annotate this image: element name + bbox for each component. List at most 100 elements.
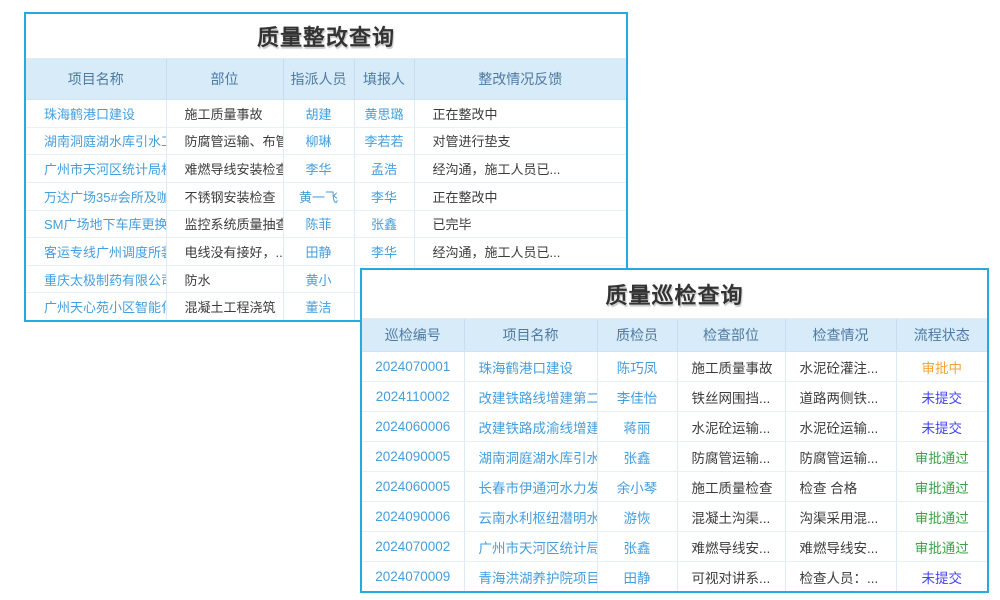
table-row: 广州市天河区统计局机房改 难燃导线安装检查 李华 孟浩 经沟通，施工人员已... (26, 155, 626, 183)
status-badge: 未提交 (897, 567, 988, 587)
assignee-link[interactable]: 董洁 (284, 297, 354, 316)
assignee-link[interactable]: 柳琳 (284, 131, 354, 150)
assignee-link[interactable]: 陈菲 (284, 214, 354, 233)
project-link[interactable]: 云南水利枢纽潜明水 (465, 507, 597, 527)
col-header-project: 项目名称 (464, 319, 597, 352)
table-row: SM广场地下车库更换摄像机 监控系统质量抽查 陈菲 张鑫 已完毕 (26, 210, 626, 238)
inspector-link[interactable]: 田静 (598, 567, 677, 587)
reporter-link[interactable]: 李华 (355, 242, 414, 261)
part-cell: 监控系统质量抽查 (167, 214, 283, 233)
project-link[interactable]: 长春市伊通河水力发 (465, 477, 597, 497)
inspector-link[interactable]: 张鑫 (598, 537, 677, 557)
inspect-table: 巡检编号 项目名称 质检员 检查部位 检查情况 流程状态 2024070001 … (362, 319, 987, 591)
table-row: 湖南洞庭湖水库引水工程施 防腐管运输、布管 柳琳 李若若 对管进行垫支 (26, 127, 626, 155)
inspect-query-panel: 质量巡检查询 巡检编号 项目名称 质检员 检查部位 检查情况 流程状态 2024… (360, 268, 989, 593)
inspect-no-link[interactable]: 2024090005 (362, 449, 464, 464)
status-badge: 未提交 (897, 417, 988, 437)
assignee-link[interactable]: 黄一飞 (284, 187, 354, 206)
col-header-inspector: 质检员 (597, 319, 677, 352)
inspect-no-link[interactable]: 2024060005 (362, 479, 464, 494)
status-badge: 审批通过 (897, 477, 988, 497)
check-part-cell: 铁丝网围挡... (678, 387, 785, 407)
project-link[interactable]: 广州天心苑小区智能化系统 (26, 297, 166, 316)
project-link[interactable]: 广州市天河区统计局 (465, 537, 597, 557)
table-row: 万达广场35#会所及咖啡厅 不锈钢安装检查 黄一飞 李华 正在整改中 (26, 182, 626, 210)
inspect-panel-title: 质量巡检查询 (362, 270, 987, 319)
project-link[interactable]: 客运专线广州调度所装修项 (26, 242, 166, 261)
col-header-feedback: 整改情况反馈 (414, 59, 626, 100)
check-situation-cell: 检查 合格 (786, 477, 896, 497)
rectify-panel-title: 质量整改查询 (26, 14, 626, 59)
project-link[interactable]: 湖南洞庭湖水库引水 (465, 447, 597, 467)
feedback-cell: 经沟通，施工人员已... (415, 159, 627, 178)
page: 质量整改查询 项目名称 部位 指派人员 填报人 整改情况反馈 珠海鹤港口建设 施… (0, 0, 1000, 600)
check-situation-cell: 沟渠采用混... (786, 507, 896, 527)
part-cell: 防水 (167, 270, 283, 289)
col-header-project: 项目名称 (26, 59, 166, 100)
inspect-no-link[interactable]: 2024090006 (362, 509, 464, 524)
feedback-cell: 正在整改中 (415, 187, 627, 206)
assignee-link[interactable]: 李华 (284, 159, 354, 178)
inspect-no-link[interactable]: 2024070001 (362, 359, 464, 374)
feedback-cell: 正在整改中 (415, 104, 627, 123)
project-link[interactable]: 珠海鹤港口建设 (26, 104, 166, 123)
part-cell: 防腐管运输、布管 (167, 131, 283, 150)
project-link[interactable]: SM广场地下车库更换摄像机 (26, 214, 166, 233)
part-cell: 不锈钢安装检查 (167, 187, 283, 206)
inspector-link[interactable]: 游恢 (598, 507, 677, 527)
reporter-link[interactable]: 李若若 (355, 131, 414, 150)
inspect-no-link[interactable]: 2024060006 (362, 419, 464, 434)
col-header-reporter: 填报人 (354, 59, 414, 100)
feedback-cell: 经沟通，施工人员已... (415, 242, 627, 261)
assignee-link[interactable]: 胡建 (284, 104, 354, 123)
part-cell: 混凝土工程浇筑 (167, 297, 283, 316)
check-part-cell: 施工质量事故 (678, 357, 785, 377)
reporter-link[interactable]: 黄思璐 (355, 104, 414, 123)
inspect-header-row: 巡检编号 项目名称 质检员 检查部位 检查情况 流程状态 (362, 319, 987, 352)
status-badge: 审批中 (897, 357, 988, 377)
check-part-cell: 可视对讲系... (678, 567, 785, 587)
reporter-link[interactable]: 李华 (355, 187, 414, 206)
project-link[interactable]: 重庆太极制药有限公司亳州 (26, 270, 166, 289)
check-situation-cell: 道路两侧铁... (786, 387, 896, 407)
status-badge: 审批通过 (897, 507, 988, 527)
part-cell: 难燃导线安装检查 (167, 159, 283, 178)
check-situation-cell: 水泥砼灌注... (786, 357, 896, 377)
check-part-cell: 防腐管运输... (678, 447, 785, 467)
table-row: 2024070002 广州市天河区统计局 张鑫 难燃导线安... 难燃导线安..… (362, 532, 987, 562)
project-link[interactable]: 珠海鹤港口建设 (465, 357, 597, 377)
project-link[interactable]: 改建铁路成渝线增建 (465, 417, 597, 437)
part-cell: 电线没有接好，... (167, 242, 283, 261)
inspector-link[interactable]: 李佳怡 (598, 387, 677, 407)
check-situation-cell: 检查人员：... (786, 567, 896, 587)
status-badge: 未提交 (897, 387, 988, 407)
table-row: 2024070001 珠海鹤港口建设 陈巧凤 施工质量事故 水泥砼灌注... 审… (362, 352, 987, 382)
table-row: 2024090005 湖南洞庭湖水库引水 张鑫 防腐管运输... 防腐管运输..… (362, 442, 987, 472)
check-situation-cell: 水泥砼运输... (786, 417, 896, 437)
inspect-no-link[interactable]: 2024070002 (362, 539, 464, 554)
status-badge: 审批通过 (897, 447, 988, 467)
reporter-link[interactable]: 张鑫 (355, 214, 414, 233)
inspector-link[interactable]: 陈巧凤 (598, 357, 677, 377)
check-situation-cell: 防腐管运输... (786, 447, 896, 467)
inspector-link[interactable]: 张鑫 (598, 447, 677, 467)
project-link[interactable]: 湖南洞庭湖水库引水工程施 (26, 131, 166, 150)
inspector-link[interactable]: 蒋丽 (598, 417, 677, 437)
inspect-no-link[interactable]: 2024110002 (362, 389, 464, 404)
table-row: 客运专线广州调度所装修项 电线没有接好，... 田静 李华 经沟通，施工人员已.… (26, 238, 626, 266)
reporter-link[interactable]: 孟浩 (355, 159, 414, 178)
assignee-link[interactable]: 田静 (284, 242, 354, 261)
table-row: 2024060006 改建铁路成渝线增建 蒋丽 水泥砼运输... 水泥砼运输..… (362, 412, 987, 442)
project-link[interactable]: 广州市天河区统计局机房改 (26, 159, 166, 178)
col-header-part: 部位 (166, 59, 283, 100)
project-link[interactable]: 青海洪湖养护院项目 (465, 567, 597, 587)
inspector-link[interactable]: 余小琴 (598, 477, 677, 497)
table-row: 2024090006 云南水利枢纽潜明水 游恢 混凝土沟渠... 沟渠采用混..… (362, 502, 987, 532)
assignee-link[interactable]: 黄小 (284, 270, 354, 289)
project-link[interactable]: 改建铁路线增建第二 (465, 387, 597, 407)
table-row: 2024060005 长春市伊通河水力发 余小琴 施工质量检查 检查 合格 审批… (362, 472, 987, 502)
project-link[interactable]: 万达广场35#会所及咖啡厅 (26, 187, 166, 206)
status-badge: 审批通过 (897, 537, 988, 557)
feedback-cell: 已完毕 (415, 214, 627, 233)
inspect-no-link[interactable]: 2024070009 (362, 569, 464, 584)
